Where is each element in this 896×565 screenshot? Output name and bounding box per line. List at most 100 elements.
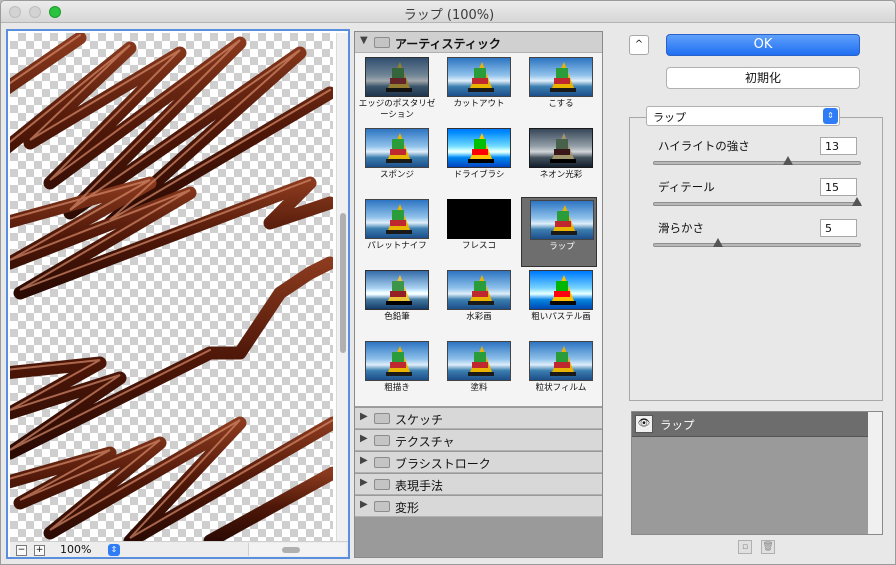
smoothness-label: 滑らかさ	[658, 221, 704, 235]
filter-thumb-label: こする	[548, 99, 574, 109]
folder-icon	[374, 435, 390, 446]
filter-preview-image	[530, 200, 594, 240]
triangle-right-icon: ▶	[360, 433, 368, 444]
filter-thumb-label: 水彩画	[466, 312, 492, 322]
filter-gallery: ▼ アーティスティック エッジのポスタリゼーション カットアウト こするスポンジ ドラ…	[354, 31, 603, 558]
filter-thumb[interactable]: カットアウト	[439, 55, 515, 125]
ok-button[interactable]: OK	[666, 34, 860, 56]
trash-icon[interactable]: 🗑	[761, 540, 775, 554]
filter-thumb-label: 粗いパステル画	[531, 312, 591, 322]
filter-thumb[interactable]: フレスコ	[439, 197, 515, 267]
eye-icon[interactable]: 👁	[635, 415, 653, 433]
filter-thumb-label: スポンジ	[379, 170, 414, 180]
category-sketch[interactable]: ▶ スケッチ	[355, 408, 602, 429]
detail-slider[interactable]	[653, 197, 862, 206]
smoothness-slider[interactable]	[653, 238, 861, 247]
zoom-level: 100%	[60, 543, 92, 556]
zoom-out-button[interactable]: −	[16, 545, 27, 556]
chocolate-swirl-image	[10, 33, 333, 541]
filter-preview-image	[365, 341, 429, 381]
reset-button[interactable]: 初期化	[666, 67, 860, 89]
filter-thumb[interactable]: パレットナイフ	[357, 197, 433, 267]
preview-vertical-scrollbar[interactable]	[336, 33, 348, 541]
filter-thumb-label: 粗描き	[384, 383, 410, 393]
filter-thumb[interactable]: 粒状フィルム	[521, 339, 597, 409]
filter-preview-image	[365, 128, 429, 168]
folder-icon	[374, 37, 390, 48]
triangle-right-icon: ▶	[360, 411, 368, 422]
filter-thumb[interactable]: ドライブラシ	[439, 126, 515, 196]
filter-thumb[interactable]: ネオン光彩	[521, 126, 597, 196]
filter-preview-image	[365, 57, 429, 97]
collapse-gallery-button[interactable]: ^	[629, 35, 649, 55]
layers-scrollbar[interactable]	[868, 412, 882, 534]
preview-horizontal-scrollbar[interactable]	[248, 543, 346, 556]
filter-thumb[interactable]: 水彩画	[439, 268, 515, 338]
zoom-in-button[interactable]: +	[34, 545, 45, 556]
triangle-down-icon: ▼	[360, 35, 368, 46]
filter-thumb[interactable]: 粗いパステル画	[521, 268, 597, 338]
highlight-strength-input[interactable]: 13	[820, 137, 857, 155]
filter-thumb[interactable]: スポンジ	[357, 126, 433, 196]
filter-thumb-label: ラップ	[549, 242, 575, 252]
folder-icon	[374, 457, 390, 468]
triangle-right-icon: ▶	[360, 499, 368, 510]
scrollbar-thumb[interactable]	[340, 213, 346, 353]
filter-preview-image	[447, 199, 511, 239]
preview-footer: − + 100% ⇕	[10, 541, 348, 557]
filter-settings	[629, 117, 883, 401]
filter-preview-image	[365, 270, 429, 310]
filter-thumb-label: 色鉛筆	[384, 312, 410, 322]
category-texture[interactable]: ▶ テクスチャ	[355, 430, 602, 451]
slider-knob[interactable]	[852, 197, 862, 206]
filter-preview-image	[447, 57, 511, 97]
preview-pane[interactable]: − + 100% ⇕	[6, 29, 350, 559]
effect-layer-name: ラップ	[660, 418, 695, 432]
detail-input[interactable]: 15	[820, 178, 857, 196]
filter-preview-image	[447, 341, 511, 381]
detail-label: ディテール	[658, 180, 715, 194]
highlight-strength-label: ハイライトの強さ	[658, 139, 750, 153]
filter-select[interactable]: ラップ ⇕	[646, 106, 840, 126]
filter-thumb-label: ネオン光彩	[539, 170, 583, 180]
slider-knob[interactable]	[713, 238, 724, 247]
triangle-right-icon: ▶	[360, 477, 368, 488]
filter-preview-image	[447, 128, 511, 168]
filter-gallery-window: ラップ (100%) − + 100% ⇕ ▼ アーティスティック エッジのポス…	[0, 0, 896, 565]
filter-preview-image	[529, 341, 593, 381]
filter-thumb-label: エッジのポスタリゼーション	[358, 99, 436, 120]
filter-preview-image	[529, 57, 593, 97]
dropdown-arrow-icon: ⇕	[823, 108, 838, 124]
folder-icon	[374, 501, 390, 512]
triangle-right-icon: ▶	[360, 455, 368, 466]
folder-icon	[374, 479, 390, 490]
filter-thumb[interactable]: エッジのポスタリゼーション	[357, 55, 435, 125]
filter-thumb[interactable]: ラップ	[521, 197, 597, 267]
filter-thumb[interactable]: 色鉛筆	[357, 268, 433, 338]
folder-icon	[374, 413, 390, 424]
filter-thumb-label: 粒状フィルム	[535, 383, 587, 393]
slider-knob[interactable]	[782, 156, 793, 165]
filter-thumb-label: フレスコ	[461, 241, 496, 251]
filter-preview-image	[447, 270, 511, 310]
filter-thumb-label: ドライブラシ	[453, 170, 505, 180]
category-stylize[interactable]: ▶ 表現手法	[355, 474, 602, 495]
highlight-strength-slider[interactable]	[653, 156, 861, 165]
category-brush-strokes[interactable]: ▶ ブラシストローク	[355, 452, 602, 473]
scrollbar-thumb[interactable]	[282, 547, 300, 553]
filter-thumb[interactable]: こする	[521, 55, 597, 125]
effect-layer-row[interactable]: 👁 ラップ	[632, 412, 868, 437]
smoothness-input[interactable]: 5	[820, 219, 857, 237]
filter-thumb-label: カットアウト	[453, 99, 505, 109]
filter-thumbnails: エッジのポスタリゼーション カットアウト こするスポンジ ドライブラシ ネオン光彩パレッ…	[355, 53, 602, 407]
zoom-dropdown-icon[interactable]: ⇕	[108, 544, 120, 556]
filter-thumb[interactable]: 塗料	[439, 339, 515, 409]
new-layer-icon[interactable]: ▫	[738, 540, 752, 554]
filter-thumb[interactable]: 粗描き	[357, 339, 433, 409]
titlebar: ラップ (100%)	[1, 1, 895, 23]
preview-canvas	[10, 33, 333, 541]
window-title: ラップ (100%)	[403, 8, 495, 23]
category-artistic[interactable]: ▼ アーティスティック	[355, 32, 602, 53]
category-distort[interactable]: ▶ 変形	[355, 496, 602, 517]
effect-layers-panel: 👁 ラップ	[631, 411, 883, 535]
